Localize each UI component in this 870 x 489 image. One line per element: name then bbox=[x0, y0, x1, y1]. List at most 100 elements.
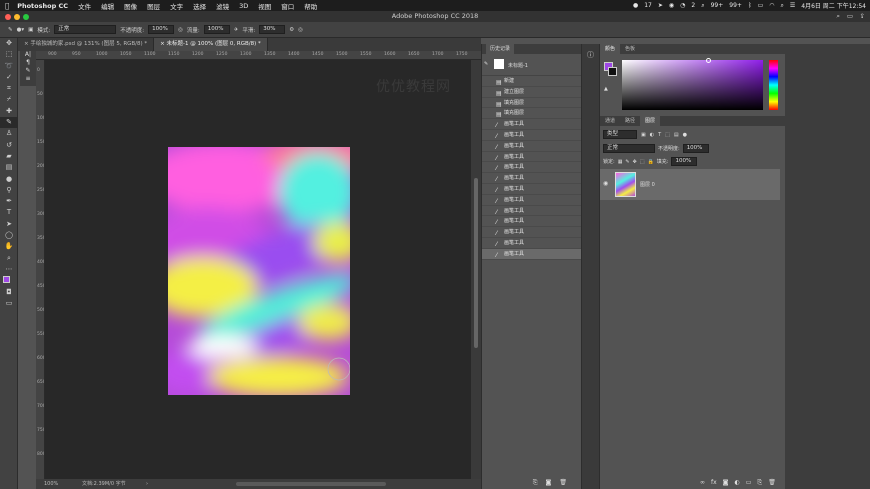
menu-select[interactable]: 选择 bbox=[193, 1, 206, 11]
menu-filter[interactable]: 滤镜 bbox=[216, 1, 229, 11]
history-item[interactable]: ⁄ 画笔工具 bbox=[482, 216, 581, 228]
character-icon[interactable]: A| bbox=[20, 51, 36, 59]
search-icon[interactable]: ⌕ bbox=[836, 11, 840, 22]
settings-gear-icon[interactable]: ⚙ bbox=[289, 27, 294, 33]
gradient-tool-icon[interactable]: ▤ bbox=[0, 162, 18, 173]
layer-row[interactable]: ◉ 图层 0 bbox=[600, 169, 780, 200]
search-icon[interactable]: ⌕ bbox=[701, 2, 704, 10]
hue-slider[interactable] bbox=[769, 60, 778, 110]
brush-source-icon[interactable]: ✎ bbox=[484, 61, 488, 67]
tab-layers[interactable]: 图层 bbox=[640, 116, 661, 126]
healing-tool-icon[interactable]: ✚ bbox=[0, 106, 18, 117]
filter-toggle-icon[interactable]: ● bbox=[683, 132, 687, 138]
workspace-icon[interactable]: ▭ bbox=[847, 11, 853, 22]
history-item[interactable]: ⁄ 画笔工具 bbox=[482, 141, 581, 152]
opacity-input[interactable]: 100% bbox=[148, 25, 175, 34]
delete-icon[interactable]: 🗑 bbox=[559, 479, 567, 487]
ruler-horizontal[interactable]: 900 950 1000 1050 1100 1150 1200 1250 1300 1350 14… bbox=[36, 51, 481, 60]
layer-opacity-input[interactable]: 100% bbox=[682, 144, 709, 153]
dodge-tool-icon[interactable]: ⚲ bbox=[0, 185, 18, 196]
quick-mask-icon[interactable]: ◘ bbox=[0, 287, 18, 298]
airbrush-icon[interactable]: ✈ bbox=[234, 27, 239, 33]
color-field[interactable] bbox=[622, 60, 763, 110]
share-icon[interactable]: ⇪ bbox=[860, 11, 865, 22]
history-item[interactable]: ⁄ 画笔工具 bbox=[482, 184, 581, 195]
menu-app[interactable]: Photoshop CC bbox=[17, 2, 68, 10]
history-item[interactable]: ⁄ 画笔工具 bbox=[482, 130, 581, 141]
bluetooth-icon[interactable]: ᛒ bbox=[748, 2, 752, 9]
menu-image[interactable]: 图像 bbox=[124, 1, 137, 11]
close-window-icon[interactable] bbox=[5, 14, 11, 20]
screen-mode-icon[interactable]: ▭ bbox=[0, 298, 18, 309]
battery-icon[interactable]: ▭ bbox=[758, 2, 764, 9]
menu-view[interactable]: 视图 bbox=[258, 1, 271, 11]
menubar-search-icon[interactable]: ⌕ bbox=[780, 2, 783, 10]
menu-edit[interactable]: 编辑 bbox=[101, 1, 114, 11]
stamp-tool-icon[interactable]: ♙ bbox=[0, 128, 18, 139]
horizontal-scrollbar[interactable] bbox=[236, 482, 386, 486]
new-document-icon[interactable]: ⎘ bbox=[533, 479, 538, 487]
filter-adjust-icon[interactable]: ◐ bbox=[650, 132, 654, 138]
ellipse-tool-icon[interactable]: ◯ bbox=[0, 230, 18, 241]
history-item[interactable]: ⁄ 画笔工具 bbox=[482, 206, 581, 217]
history-item[interactable]: ▤ 填充图层 bbox=[482, 108, 581, 120]
scroll-thumb[interactable] bbox=[474, 178, 478, 348]
history-item[interactable]: ⁄ 画笔工具 bbox=[482, 195, 581, 206]
app-icon[interactable]: ◉ bbox=[669, 2, 674, 9]
brush-tool-icon[interactable]: ✎ bbox=[0, 117, 18, 129]
layer-name[interactable]: 图层 0 bbox=[640, 181, 655, 188]
hand-tool-icon[interactable]: ✋ bbox=[0, 241, 18, 252]
control-center-icon[interactable]: ☰ bbox=[790, 2, 795, 9]
mask-icon[interactable]: ◙ bbox=[723, 479, 729, 487]
menu-type[interactable]: 文字 bbox=[170, 1, 183, 11]
history-item[interactable]: ⁄ 画笔工具 bbox=[482, 152, 581, 163]
mode-select[interactable]: 正常 bbox=[54, 25, 117, 34]
delete-layer-icon[interactable]: 🗑 bbox=[768, 479, 776, 487]
apple-icon[interactable]:  bbox=[5, 2, 9, 10]
badge-count-2[interactable]: 2 bbox=[691, 2, 695, 9]
pen-tool-icon[interactable]: ✒ bbox=[0, 196, 18, 207]
more-tools-icon[interactable]: ⋯ bbox=[0, 264, 18, 275]
type-tool-icon[interactable]: T bbox=[0, 207, 18, 218]
quick-select-tool-icon[interactable]: ✓ bbox=[0, 72, 18, 83]
zoom-window-icon[interactable] bbox=[23, 14, 29, 20]
eyedropper-tool-icon[interactable]: ⌿ bbox=[0, 94, 18, 105]
move-tool-icon[interactable]: ✥ bbox=[0, 38, 18, 49]
crop-tool-icon[interactable]: ⌗ bbox=[0, 83, 18, 94]
kind-filter-select[interactable]: 类型 bbox=[603, 130, 637, 139]
snapshot-camera-icon[interactable]: ◙ bbox=[546, 479, 552, 487]
menu-file[interactable]: 文件 bbox=[78, 1, 91, 11]
warning-icon[interactable]: ▲ bbox=[604, 86, 608, 92]
info-icon[interactable]: ⓘ bbox=[582, 50, 599, 60]
bg-swatch[interactable] bbox=[608, 67, 617, 76]
fx-icon[interactable]: fx bbox=[711, 479, 717, 487]
adjustment-icon[interactable]: ◐ bbox=[735, 479, 740, 487]
wifi-icon[interactable]: ◠ bbox=[769, 2, 774, 9]
paragraph-icon[interactable]: ¶ bbox=[20, 59, 36, 67]
lock-all-icon[interactable]: 🔒 bbox=[648, 159, 654, 165]
history-item[interactable]: ⁄ 画笔工具 bbox=[482, 227, 581, 238]
menu-3d[interactable]: 3D bbox=[239, 2, 248, 10]
tab-channels[interactable]: 通道 bbox=[600, 116, 620, 126]
menu-help[interactable]: 帮助 bbox=[304, 1, 317, 11]
lock-position-icon[interactable]: ✥ bbox=[633, 159, 637, 165]
color-swatches[interactable] bbox=[0, 275, 18, 288]
pressure-size-icon[interactable]: ◎ bbox=[298, 27, 303, 33]
flow-input[interactable]: 100% bbox=[203, 25, 230, 34]
filter-pixel-icon[interactable]: ▣ bbox=[641, 132, 646, 138]
history-item[interactable]: ▤ 填充图层 bbox=[482, 98, 581, 109]
brush-panel-icon[interactable]: ▣ bbox=[28, 27, 33, 33]
brush-preset-icon[interactable]: ●▾ bbox=[17, 27, 25, 33]
pressure-opacity-icon[interactable]: ◎ bbox=[178, 27, 183, 33]
wechat-icon[interactable]: ● bbox=[633, 2, 638, 9]
lock-artboard-icon[interactable]: ⬚ bbox=[640, 159, 645, 165]
new-layer-icon[interactable]: ⎘ bbox=[757, 479, 762, 487]
lock-pixels-icon[interactable]: ▦ bbox=[618, 159, 623, 165]
lock-paint-icon[interactable]: ✎ bbox=[625, 159, 629, 165]
filter-smart-icon[interactable]: ▤ bbox=[674, 132, 679, 138]
history-item[interactable]: ⁄ 画笔工具 bbox=[482, 173, 581, 184]
history-item[interactable]: ▤ 建立图层 bbox=[482, 87, 581, 98]
status-arrow-icon[interactable]: › bbox=[146, 479, 148, 489]
tab-document-2[interactable]: × 未标题-1 @ 100% (图层 0, RGB/8) * bbox=[154, 38, 268, 51]
tab-swatches[interactable]: 色板 bbox=[620, 44, 640, 54]
